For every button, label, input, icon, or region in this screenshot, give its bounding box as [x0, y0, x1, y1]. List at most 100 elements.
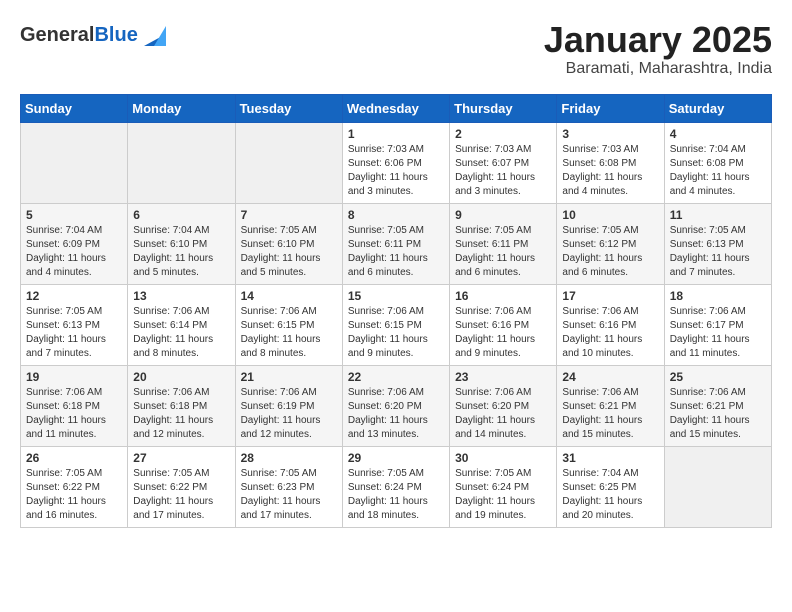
calendar-cell: 1 Sunrise: 7:03 AM Sunset: 6:06 PM Daylig…	[342, 122, 449, 203]
location-title: Baramati, Maharashtra, India	[544, 60, 772, 78]
cell-content: Sunrise: 7:05 AM Sunset: 6:11 PM Dayligh…	[348, 224, 444, 280]
calendar-week-row: 5Sunrise: 7:04 AM Sunset: 6:09 PM Daylig…	[21, 203, 772, 284]
day-number: 14	[241, 289, 337, 303]
cell-content: Sunrise: 7:06 AM Sunset: 6:16 PM Dayligh…	[455, 305, 551, 361]
calendar-cell: 6Sunrise: 7:04 AM Sunset: 6:10 PM Daylig…	[128, 203, 235, 284]
day-number: 26	[26, 451, 122, 465]
day-number: 12	[26, 289, 122, 303]
cell-content: Sunrise: 7:06 AM Sunset: 6:20 PM Dayligh…	[455, 386, 551, 442]
day-number: 18	[670, 289, 766, 303]
calendar-cell: 24Sunrise: 7:06 AM Sunset: 6:21 PM Dayli…	[557, 365, 664, 446]
calendar-cell: 7 Sunrise: 7:05 AM Sunset: 6:10 PM Daylig…	[235, 203, 342, 284]
calendar-cell	[21, 122, 128, 203]
title-block: January 2025 Baramati, Maharashtra, Indi…	[544, 20, 772, 78]
day-number: 25	[670, 370, 766, 384]
day-header: Monday	[128, 94, 235, 122]
cell-content: Sunrise: 7:06 AM Sunset: 6:17 PM Dayligh…	[670, 305, 766, 361]
calendar-cell: 28Sunrise: 7:05 AM Sunset: 6:23 PM Dayli…	[235, 446, 342, 527]
calendar-cell: 16Sunrise: 7:06 AM Sunset: 6:16 PM Dayli…	[450, 284, 557, 365]
day-number: 21	[241, 370, 337, 384]
day-header: Friday	[557, 94, 664, 122]
day-number: 5	[26, 208, 122, 222]
calendar-cell: 9Sunrise: 7:05 AM Sunset: 6:11 PM Daylig…	[450, 203, 557, 284]
logo-blue-text: Blue	[94, 24, 137, 46]
calendar-cell	[664, 446, 771, 527]
calendar-cell: 5Sunrise: 7:04 AM Sunset: 6:09 PM Daylig…	[21, 203, 128, 284]
day-headers-row: SundayMondayTuesdayWednesdayThursdayFrid…	[21, 94, 772, 122]
calendar-cell: 22Sunrise: 7:06 AM Sunset: 6:20 PM Dayli…	[342, 365, 449, 446]
day-number: 28	[241, 451, 337, 465]
calendar-cell: 19Sunrise: 7:06 AM Sunset: 6:18 PM Dayli…	[21, 365, 128, 446]
calendar-cell: 15 Sunrise: 7:06 AM Sunset: 6:15 PM Dayli…	[342, 284, 449, 365]
header: GeneralBlue January 2025 Baramati, Mahar…	[20, 20, 772, 78]
calendar-cell: 31 Sunrise: 7:04 AM Sunset: 6:25 PM Dayli…	[557, 446, 664, 527]
calendar-cell: 8 Sunrise: 7:05 AM Sunset: 6:11 PM Daylig…	[342, 203, 449, 284]
calendar-cell: 26 Sunrise: 7:05 AM Sunset: 6:22 PM Dayli…	[21, 446, 128, 527]
day-number: 27	[133, 451, 229, 465]
calendar-cell	[235, 122, 342, 203]
cell-content: Sunrise: 7:06 AM Sunset: 6:15 PM Dayligh…	[241, 305, 337, 361]
day-number: 20	[133, 370, 229, 384]
cell-content: Sunrise: 7:05 AM Sunset: 6:10 PM Dayligh…	[241, 224, 337, 280]
day-number: 29	[348, 451, 444, 465]
calendar-cell: 17 Sunrise: 7:06 AM Sunset: 6:16 PM Dayli…	[557, 284, 664, 365]
calendar-body: 1 Sunrise: 7:03 AM Sunset: 6:06 PM Daylig…	[21, 122, 772, 527]
day-number: 31	[562, 451, 658, 465]
calendar-cell: 14 Sunrise: 7:06 AM Sunset: 6:15 PM Dayli…	[235, 284, 342, 365]
cell-content: Sunrise: 7:05 AM Sunset: 6:22 PM Dayligh…	[26, 467, 122, 523]
calendar-cell: 27 Sunrise: 7:05 AM Sunset: 6:22 PM Dayli…	[128, 446, 235, 527]
day-number: 13	[133, 289, 229, 303]
calendar-week-row: 12 Sunrise: 7:05 AM Sunset: 6:13 PM Dayli…	[21, 284, 772, 365]
month-title: January 2025	[544, 20, 772, 60]
calendar-cell: 23 Sunrise: 7:06 AM Sunset: 6:20 PM Dayli…	[450, 365, 557, 446]
calendar-cell: 4 Sunrise: 7:04 AM Sunset: 6:08 PM Daylig…	[664, 122, 771, 203]
calendar-cell: 18 Sunrise: 7:06 AM Sunset: 6:17 PM Dayli…	[664, 284, 771, 365]
calendar-cell	[128, 122, 235, 203]
cell-content: Sunrise: 7:05 AM Sunset: 6:13 PM Dayligh…	[670, 224, 766, 280]
cell-content: Sunrise: 7:05 AM Sunset: 6:12 PM Dayligh…	[562, 224, 658, 280]
day-number: 11	[670, 208, 766, 222]
cell-content: Sunrise: 7:06 AM Sunset: 6:16 PM Dayligh…	[562, 305, 658, 361]
day-number: 23	[455, 370, 551, 384]
day-number: 10	[562, 208, 658, 222]
calendar-week-row: 1 Sunrise: 7:03 AM Sunset: 6:06 PM Daylig…	[21, 122, 772, 203]
cell-content: Sunrise: 7:03 AM Sunset: 6:07 PM Dayligh…	[455, 143, 551, 199]
cell-content: Sunrise: 7:06 AM Sunset: 6:14 PM Dayligh…	[133, 305, 229, 361]
cell-content: Sunrise: 7:03 AM Sunset: 6:06 PM Dayligh…	[348, 143, 444, 199]
day-number: 4	[670, 127, 766, 141]
day-number: 17	[562, 289, 658, 303]
day-number: 8	[348, 208, 444, 222]
calendar-cell: 2Sunrise: 7:03 AM Sunset: 6:07 PM Daylig…	[450, 122, 557, 203]
calendar-cell: 12 Sunrise: 7:05 AM Sunset: 6:13 PM Dayli…	[21, 284, 128, 365]
day-number: 1	[348, 127, 444, 141]
cell-content: Sunrise: 7:06 AM Sunset: 6:21 PM Dayligh…	[562, 386, 658, 442]
cell-content: Sunrise: 7:06 AM Sunset: 6:15 PM Dayligh…	[348, 305, 444, 361]
calendar-cell: 20 Sunrise: 7:06 AM Sunset: 6:18 PM Dayli…	[128, 365, 235, 446]
cell-content: Sunrise: 7:05 AM Sunset: 6:24 PM Dayligh…	[348, 467, 444, 523]
day-header: Thursday	[450, 94, 557, 122]
calendar-week-row: 26 Sunrise: 7:05 AM Sunset: 6:22 PM Dayli…	[21, 446, 772, 527]
day-number: 9	[455, 208, 551, 222]
calendar-cell: 13 Sunrise: 7:06 AM Sunset: 6:14 PM Dayli…	[128, 284, 235, 365]
cell-content: Sunrise: 7:04 AM Sunset: 6:25 PM Dayligh…	[562, 467, 658, 523]
day-header: Saturday	[664, 94, 771, 122]
cell-content: Sunrise: 7:06 AM Sunset: 6:19 PM Dayligh…	[241, 386, 337, 442]
logo: GeneralBlue	[20, 20, 170, 50]
cell-content: Sunrise: 7:04 AM Sunset: 6:08 PM Dayligh…	[670, 143, 766, 199]
cell-content: Sunrise: 7:05 AM Sunset: 6:13 PM Dayligh…	[26, 305, 122, 361]
day-number: 3	[562, 127, 658, 141]
calendar: SundayMondayTuesdayWednesdayThursdayFrid…	[20, 94, 772, 528]
cell-content: Sunrise: 7:06 AM Sunset: 6:18 PM Dayligh…	[133, 386, 229, 442]
day-number: 30	[455, 451, 551, 465]
calendar-cell: 21 Sunrise: 7:06 AM Sunset: 6:19 PM Dayli…	[235, 365, 342, 446]
day-number: 7	[241, 208, 337, 222]
calendar-cell: 29 Sunrise: 7:05 AM Sunset: 6:24 PM Dayli…	[342, 446, 449, 527]
calendar-cell: 10 Sunrise: 7:05 AM Sunset: 6:12 PM Dayli…	[557, 203, 664, 284]
cell-content: Sunrise: 7:05 AM Sunset: 6:22 PM Dayligh…	[133, 467, 229, 523]
day-number: 19	[26, 370, 122, 384]
day-number: 15	[348, 289, 444, 303]
calendar-week-row: 19 Sunrise: 7:06 AM Sunset: 6:18 PM Dayli…	[21, 365, 772, 446]
cell-content: Sunrise: 7:06 AM Sunset: 6:21 PM Dayligh…	[670, 386, 766, 442]
calendar-cell: 30Sunrise: 7:05 AM Sunset: 6:24 PM Dayli…	[450, 446, 557, 527]
day-number: 22	[348, 370, 444, 384]
